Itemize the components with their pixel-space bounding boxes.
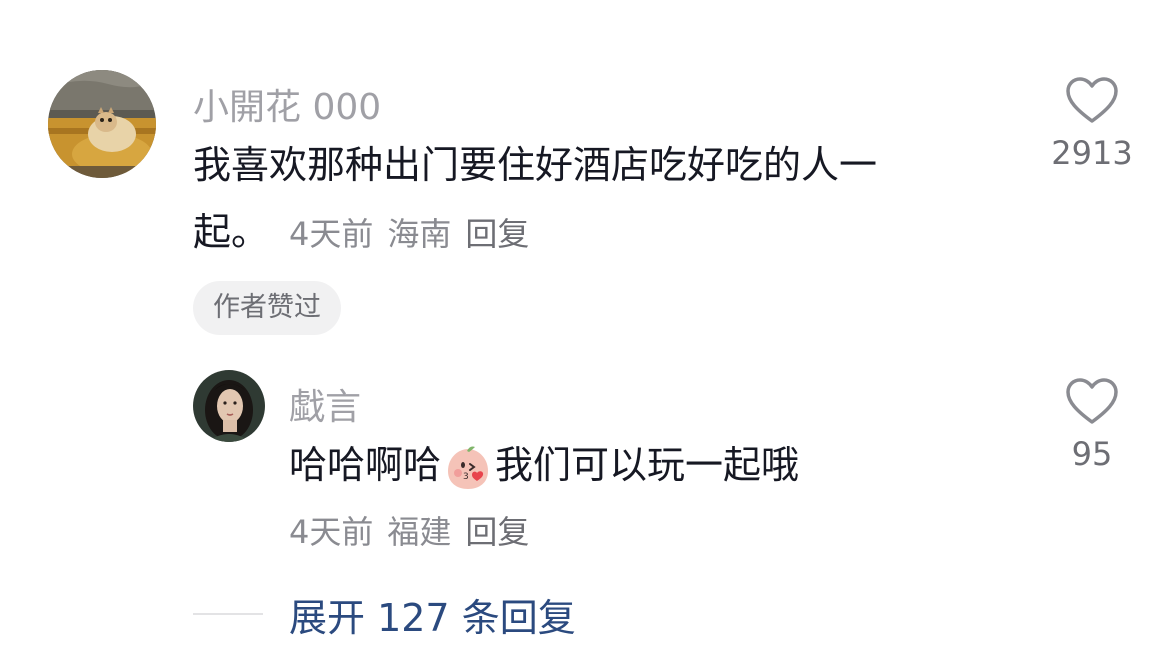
reply-button[interactable]: 回复 [465,215,529,253]
comment-meta-row: 起。 4天前 海南 回复 [193,212,543,254]
woman-portrait-image [193,370,265,442]
comment-time: 4天前 [289,215,374,253]
avatar[interactable] [193,370,265,442]
reply-reply-button[interactable]: 回复 [465,513,529,551]
reply-text-part-2: 我们可以玩一起哦 [495,443,800,487]
svg-text:3: 3 [463,472,469,482]
author-liked-badge: 作者赞过 [193,281,341,335]
reply-text-part-1: 哈哈啊哈 [289,443,442,487]
reply-like-count: 95 [1071,435,1113,473]
reply-text: 哈哈啊哈 3 我们可以玩一起哦 [289,430,799,500]
avatar[interactable] [48,70,156,178]
heart-outline-icon [1066,77,1118,123]
expand-divider [193,613,263,615]
reply-location: 福建 [387,513,452,551]
comment-username[interactable]: 小開花 000 [193,78,381,130]
reply-username[interactable]: 戱言 [289,378,361,430]
reply-meta-row: 4天前 福建 回复 [289,512,543,552]
expand-replies-link[interactable]: 展开 127 条回复 [289,587,576,642]
heart-outline-icon [1066,378,1118,424]
comment-text-line-2: 起。 [193,210,270,254]
expand-replies-row[interactable]: 展开 127 条回复 [193,586,576,642]
like-count: 2913 [1051,134,1133,172]
cat-avatar-image [48,70,156,178]
kiss-peach-emoji: 3 [448,446,489,489]
like-button[interactable]: 2913 [1032,76,1152,172]
reply-time: 4天前 [289,513,374,551]
reply-like-button[interactable]: 95 [1032,377,1152,473]
comment-text-line-1: 我喜欢那种出门要住好酒店吃好吃的人一 [193,143,878,187]
comment-location: 海南 [387,215,452,253]
